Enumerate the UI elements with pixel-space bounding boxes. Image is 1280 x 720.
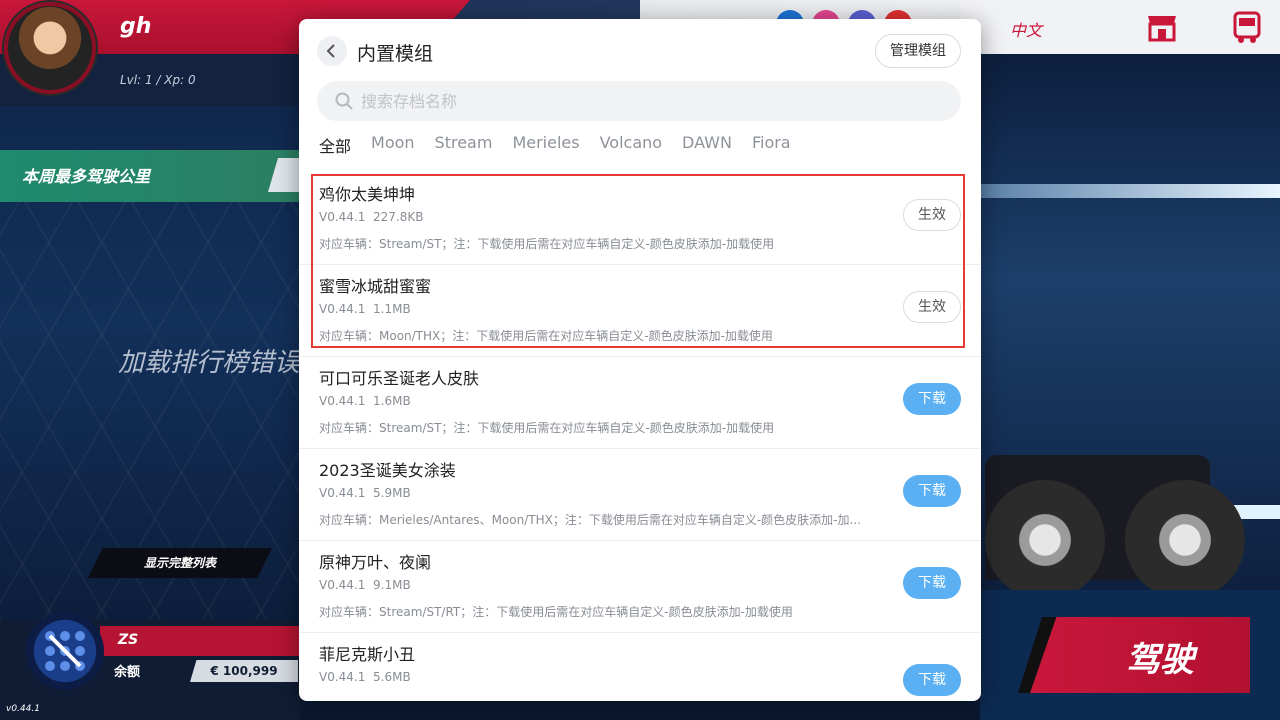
mod-name: 原神万叶、夜阑 <box>319 553 432 572</box>
company-name: ZS <box>118 632 139 648</box>
mod-version: V0.44.1 <box>319 578 366 592</box>
mod-note: 对应车辆：Moon/THX；注：下载使用后需在对应车辆自定义-颜色皮肤添加-加载… <box>319 329 773 343</box>
truck-wheel-rear <box>1125 480 1245 600</box>
mod-meta: V0.44.1 5.9MB <box>319 486 411 500</box>
mod-version: V0.44.1 <box>319 486 366 500</box>
player-avatar[interactable] <box>4 2 96 94</box>
mod-size: 1.1MB <box>373 302 411 316</box>
tab-fiora[interactable]: Fiora <box>752 133 791 163</box>
mod-meta: V0.44.1 1.1MB <box>319 302 411 316</box>
mod-note: 对应车辆：Stream/ST；注：下载使用后需在对应车辆自定义-颜色皮肤添加-加… <box>319 237 775 251</box>
tab-dawn[interactable]: DAWN <box>682 133 732 163</box>
mod-name: 可口可乐圣诞老人皮肤 <box>319 369 480 388</box>
mod-item: 可口可乐圣诞老人皮肤 V0.44.1 1.6MB 对应车辆：Stream/ST；… <box>299 357 981 449</box>
mod-name: 蜜雪冰城甜蜜蜜 <box>319 277 432 296</box>
mod-size: 227.8KB <box>373 210 424 224</box>
mod-meta: V0.44.1 9.1MB <box>319 578 411 592</box>
mod-size: 5.9MB <box>373 486 411 500</box>
download-button[interactable]: 下载 <box>903 383 961 415</box>
tab-moon[interactable]: Moon <box>371 133 415 163</box>
weekly-label: 本周最多驾驶公里 <box>22 167 151 186</box>
player-level-xp: Lvl: 1 / Xp: 0 <box>120 73 196 87</box>
mod-size: 5.6MB <box>373 670 411 684</box>
manage-mods-button[interactable]: 管理模组 <box>875 34 961 68</box>
mod-meta: V0.44.1 1.6MB <box>319 394 411 408</box>
download-button[interactable]: 下载 <box>903 475 961 507</box>
garage-truck-icon[interactable] <box>1230 10 1264 44</box>
mod-size: 1.6MB <box>373 394 411 408</box>
mod-note: 对应车辆：Merieles/Antares、Moon/THX；注：下载使用后需在… <box>319 513 861 527</box>
mod-item: 原神万叶、夜阑 V0.44.1 9.1MB 对应车辆：Stream/ST/RT；… <box>299 541 981 633</box>
neon-light <box>980 184 1280 198</box>
tab-volcano[interactable]: Volcano <box>600 133 662 163</box>
mod-name: 2023圣诞美女涂装 <box>319 461 456 480</box>
mod-item: 菲尼克斯小丑 V0.44.1 5.6MB 下载 <box>299 633 981 701</box>
version-label: v0.44.1 <box>6 704 40 714</box>
tab-stream[interactable]: Stream <box>435 133 493 163</box>
mod-item: 蜜雪冰城甜蜜蜜 V0.44.1 1.1MB 对应车辆：Moon/THX；注：下载… <box>299 265 981 357</box>
balance-value: € 100,999 <box>190 660 298 682</box>
mod-note: 对应车辆：Stream/ST；注：下载使用后需在对应车辆自定义-颜色皮肤添加-加… <box>319 421 775 435</box>
balance-label: 余额 <box>114 665 141 680</box>
company-logo[interactable] <box>26 612 104 690</box>
mod-name: 鸡你太美坤坤 <box>319 185 416 204</box>
dialog-title: 内置模组 <box>357 43 434 65</box>
search-input[interactable] <box>361 81 941 121</box>
mod-note: 对应车辆：Stream/ST/RT；注：下载使用后需在对应车辆自定义-颜色皮肤添… <box>319 605 793 619</box>
mod-item: 鸡你太美坤坤 V0.44.1 227.8KB 对应车辆：Stream/ST；注：… <box>299 173 981 265</box>
mod-version: V0.44.1 <box>319 670 366 684</box>
mod-meta: V0.44.1 227.8KB <box>319 210 424 224</box>
dialog-header: 内置模组 管理模组 <box>299 19 981 81</box>
tab-merieles[interactable]: Merieles <box>512 133 579 163</box>
mod-name: 菲尼克斯小丑 <box>319 645 416 664</box>
company-logo-icon <box>45 631 85 671</box>
tab-all[interactable]: 全部 <box>319 133 351 163</box>
leaderboard-error: 加载排行榜错误 <box>118 348 301 378</box>
shop-icon[interactable] <box>1145 10 1179 44</box>
download-button[interactable]: 下载 <box>903 664 961 696</box>
download-button[interactable]: 下载 <box>903 567 961 599</box>
apply-button[interactable]: 生效 <box>903 291 961 323</box>
mod-version: V0.44.1 <box>319 302 366 316</box>
mod-item: 2023圣诞美女涂装 V0.44.1 5.9MB 对应车辆：Merieles/A… <box>299 449 981 541</box>
search-icon <box>335 92 353 110</box>
back-button[interactable] <box>317 36 347 66</box>
chevron-left-icon <box>326 44 335 58</box>
builtin-mods-dialog: 内置模组 管理模组 全部 Moon Stream Merieles Volcan… <box>299 19 981 701</box>
player-name: gh <box>120 14 152 39</box>
mod-size: 9.1MB <box>373 578 411 592</box>
search-box[interactable] <box>317 81 961 121</box>
language-selector[interactable]: 中文 <box>1010 17 1042 41</box>
truck-wheel-front <box>985 480 1105 600</box>
category-tabs: 全部 Moon Stream Merieles Volcano DAWN Fio… <box>319 133 811 163</box>
drive-button-label[interactable]: 驾驶 <box>1100 632 1220 681</box>
show-full-list-button[interactable]: 显示完整列表 <box>88 548 272 578</box>
mod-version: V0.44.1 <box>319 394 366 408</box>
apply-button[interactable]: 生效 <box>903 199 961 231</box>
mod-meta: V0.44.1 5.6MB <box>319 670 411 684</box>
mod-version: V0.44.1 <box>319 210 366 224</box>
mod-list: 鸡你太美坤坤 V0.44.1 227.8KB 对应车辆：Stream/ST；注：… <box>299 173 981 701</box>
